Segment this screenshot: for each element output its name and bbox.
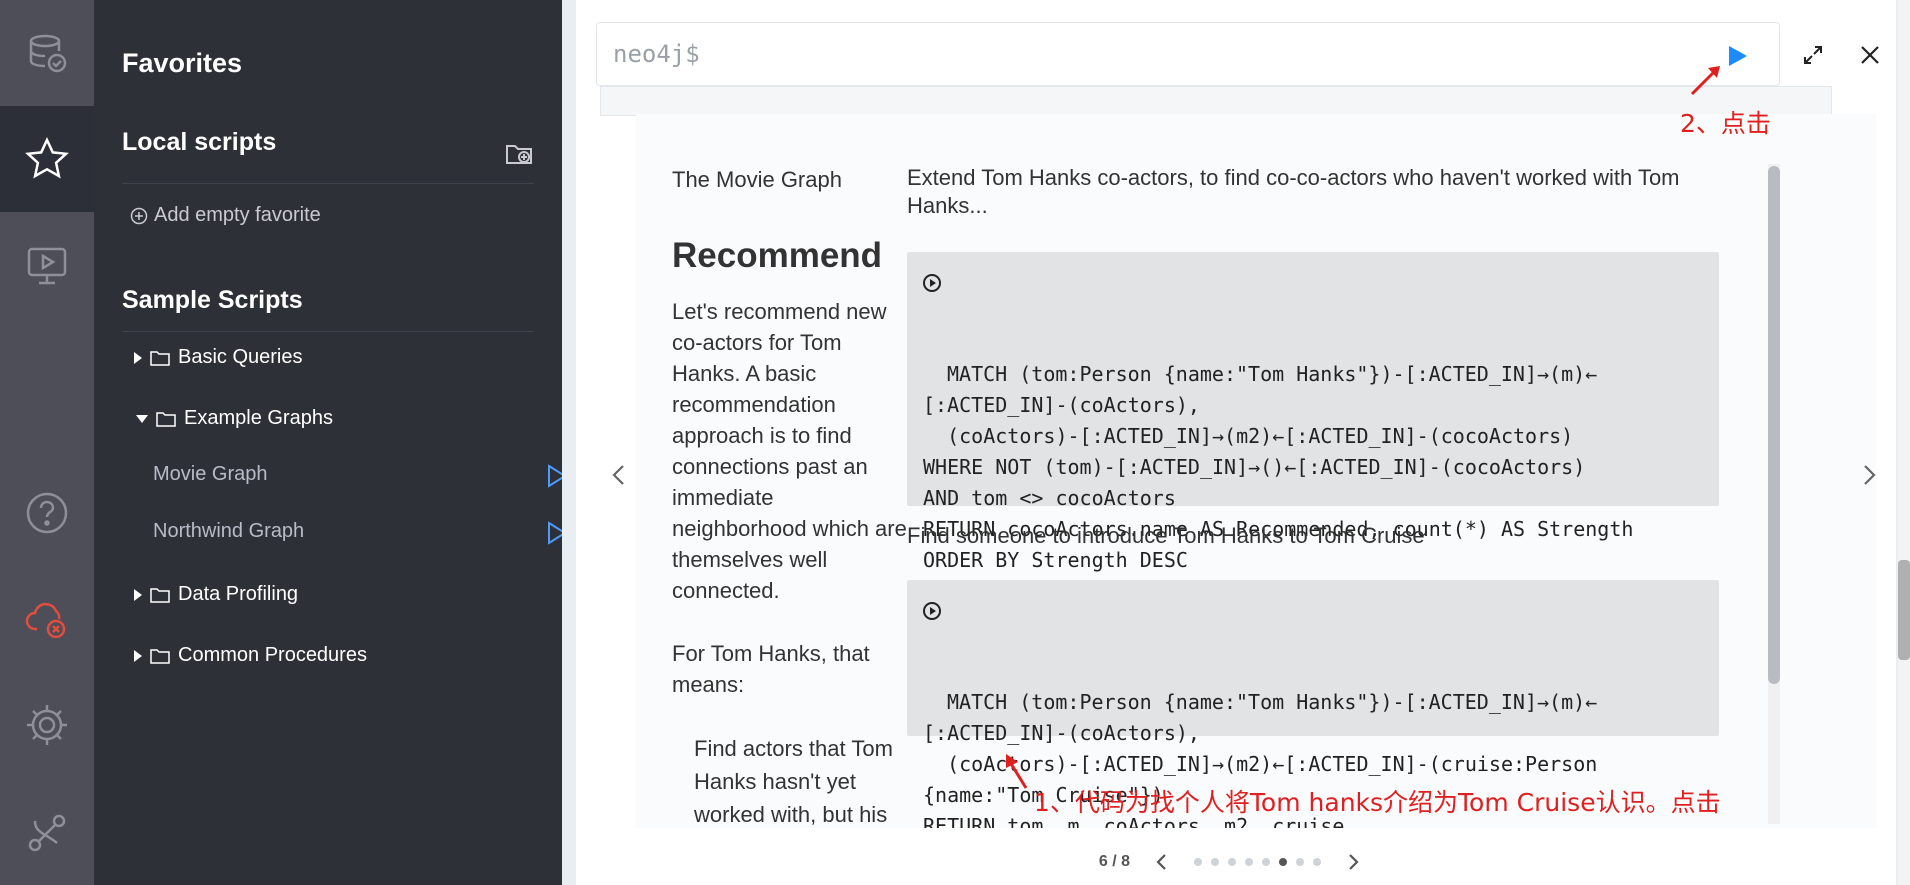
divider [122,183,534,184]
window-scroll-track[interactable] [1898,0,1910,885]
folder-basic-queries[interactable]: Basic Queries [134,346,303,369]
intro-text-1: Extend Tom Hanks co-actors, to find co-c… [907,165,1680,218]
guide-paragraph-3: Find actors that Tom Hanks hasn't yet wo… [694,736,893,827]
chevron-left-icon[interactable] [1150,850,1174,874]
guide-scroll-thumb[interactable] [1768,166,1780,684]
drawer-title: Favorites [122,48,243,78]
page-dot[interactable] [1296,857,1305,866]
guide-paragraph-1: Let's recommend new co-actors for Tom Ha… [672,299,907,603]
folder-example-graphs[interactable]: Example Graphs [136,407,333,430]
divider [122,331,534,332]
sample-scripts-heading: Sample Scripts [122,286,303,314]
folder-label: Basic Queries [178,346,303,368]
page-dot[interactable] [1194,857,1203,866]
folder-data-profiling[interactable]: Data Profiling [134,583,298,606]
page-dot-current[interactable] [1279,857,1288,866]
caret-down-icon [136,414,148,423]
expand-icon[interactable] [1801,43,1825,67]
guide-frame: The Movie Graph Recommend Let's recommen… [636,114,1876,828]
script-label: Northwind Graph [153,520,305,542]
folder-label: Common Procedures [178,644,367,666]
code-block-2[interactable]: MATCH (tom:Person {name:"Tom Hanks"})-[:… [907,580,1719,828]
page-dot[interactable] [1262,857,1271,866]
annotation-arrow [1006,754,1028,789]
previous-slide-icon[interactable] [604,460,634,490]
annotation-step-2: 2、点击 [1680,109,1771,138]
caret-right-icon [134,351,142,364]
star-icon[interactable] [0,106,94,212]
folder-common-procedures[interactable]: Common Procedures [134,644,367,667]
favorites-drawer: Favorites Local scripts Add empty favori… [94,0,654,885]
editor-prompt: neo4j$ [613,40,700,68]
folder-icon [150,648,170,664]
page-dot[interactable] [1245,857,1254,866]
plus-circle-icon [130,207,148,224]
cypher-editor[interactable]: neo4j$ [596,22,1780,86]
guide-section-title: The Movie Graph [672,167,842,192]
script-movie-graph[interactable]: Movie Graph [153,463,567,488]
new-folder-icon[interactable] [504,138,534,168]
annotation-step-1: 1、代码为找个人将Tom hanks介绍为Tom Cruise认识。点击 [1034,788,1721,817]
page-dot[interactable] [1228,857,1237,866]
help-icon[interactable] [0,460,94,566]
folder-label: Example Graphs [184,407,333,429]
cloud-disconnected-icon[interactable] [0,566,94,672]
page-dot[interactable] [1313,857,1322,866]
caret-right-icon [134,588,142,601]
monitor-play-icon[interactable] [0,212,94,318]
run-snippet-icon[interactable] [923,274,941,292]
folder-label: Data Profiling [178,583,299,605]
folder-icon [150,350,170,366]
next-slide-icon[interactable] [1854,460,1884,490]
pagination-dots [1194,857,1322,866]
run-snippet-icon[interactable] [923,602,941,620]
plugin-icon[interactable] [0,778,94,884]
gear-icon[interactable] [0,672,94,778]
code-block-1[interactable]: MATCH (tom:Person {name:"Tom Hanks"})-[:… [907,252,1719,572]
play-icon[interactable] [1725,44,1749,68]
page-indicator: 6 / 8 [1098,852,1131,870]
page-dot[interactable] [1211,857,1220,866]
add-empty-favorite-button[interactable]: Add empty favorite [130,204,321,227]
guide-paragraph-2: For Tom Hanks, that means: [672,641,870,697]
caret-right-icon [134,649,142,662]
icon-rail [0,0,94,885]
script-label: Movie Graph [153,463,268,485]
annotation-arrow [1690,66,1720,96]
collapsed-frame-strip [600,86,1832,116]
local-scripts-heading: Local scripts [122,128,277,156]
folder-icon [156,411,176,427]
chevron-right-icon[interactable] [1341,850,1365,874]
database-icon[interactable] [0,0,94,106]
add-empty-favorite-label: Add empty favorite [154,204,321,226]
folder-icon [150,587,170,603]
slide-pagination: 6 / 8 [562,838,1910,885]
guide-content: The Movie Graph Recommend Let's recommen… [636,114,1826,828]
intro-text-2: Find someone to introduce Tom Hanks to T… [907,523,1425,548]
close-icon[interactable] [1858,43,1882,67]
script-northwind-graph[interactable]: Northwind Graph [153,520,567,545]
window-scroll-thumb[interactable] [1898,560,1910,660]
guide-heading: Recommend [672,236,883,275]
